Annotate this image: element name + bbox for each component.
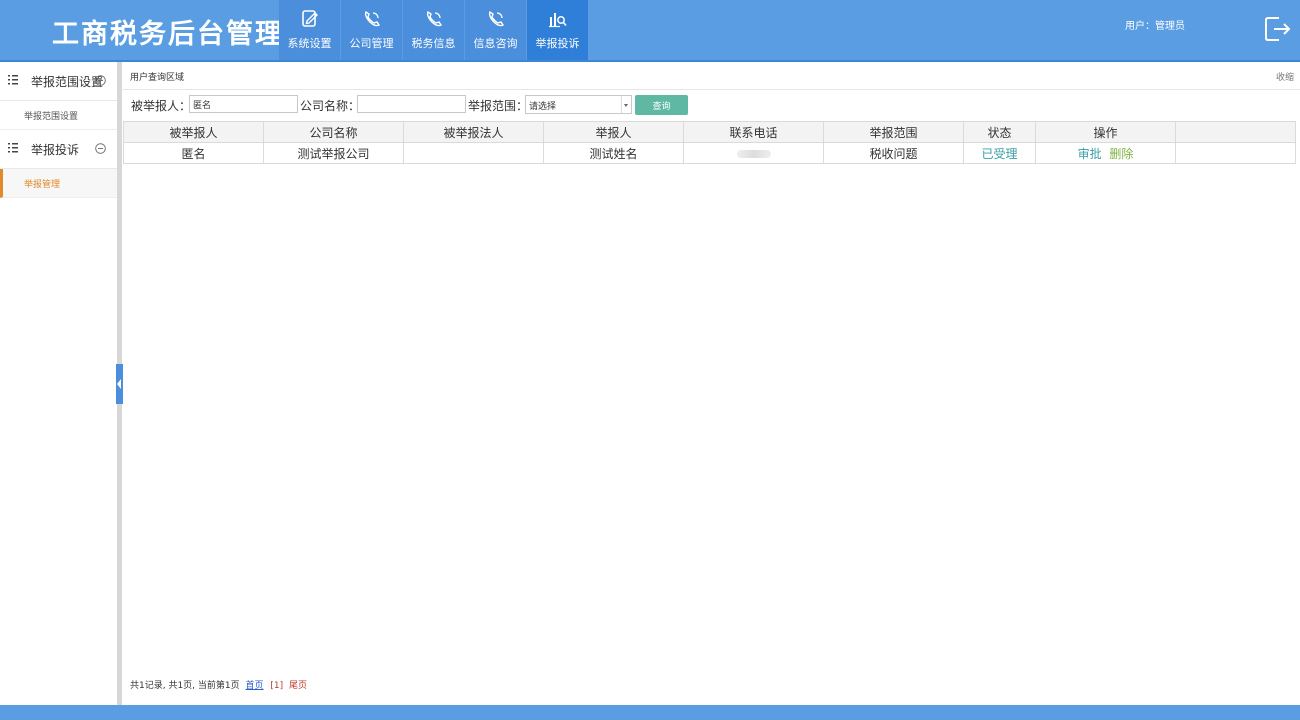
- sidebar-collapse-handle[interactable]: [116, 364, 123, 404]
- panel-title: 用户查询区域: [130, 73, 185, 83]
- chart-search-icon: [548, 13, 567, 28]
- arrow-left-icon: [117, 379, 121, 389]
- sidebar: 举报范围设置 举报范围设置 举报投诉 举报管理: [0, 62, 118, 705]
- report-scope-label: 举报范围：: [468, 99, 529, 113]
- cell-reporter: 测试姓名: [543, 142, 684, 164]
- sidebar-group-label: 举报范围设置: [31, 75, 104, 89]
- edit-icon: [301, 10, 318, 27]
- nav-item-tax-info[interactable]: 税务信息: [403, 0, 464, 60]
- column-header: 举报范围: [823, 121, 964, 143]
- cell-legal-person: [403, 142, 544, 164]
- sidebar-group-report-scope[interactable]: 举报范围设置: [0, 62, 117, 101]
- current-user-label: 用户：管理员: [1125, 21, 1185, 32]
- nav-label: 系统设置: [287, 37, 332, 50]
- column-header: 联系电话: [683, 121, 824, 143]
- nav-item-info-consult[interactable]: 信息咨询: [465, 0, 526, 60]
- column-header: 被举报法人: [403, 121, 544, 143]
- main-content: 用户查询区域 收缩 被举报人： 公司名称： 举报范围： 请选择 查询 被举报人 …: [123, 62, 1300, 705]
- collapse-circle-icon[interactable]: [95, 143, 106, 154]
- current-page: [1]: [270, 681, 284, 691]
- phone-icon: [364, 10, 380, 27]
- cell-status: 已受理: [963, 142, 1036, 164]
- top-header: 工商税务后台管理 系统设置 公司管理 税务信息 信息咨询 举报投诉 用户：管理员: [0, 0, 1300, 62]
- nav-label: 公司管理: [349, 37, 394, 50]
- company-name-label: 公司名称：: [300, 99, 361, 113]
- collapse-link[interactable]: 收缩: [1276, 70, 1294, 83]
- app-title: 工商税务后台管理: [52, 19, 284, 50]
- table-header-row: 被举报人 公司名称 被举报法人 举报人 联系电话 举报范围 状态 操作: [123, 121, 1296, 143]
- phone-icon: [488, 10, 504, 27]
- table-row: 匿名 测试举报公司 测试姓名 税收问题 已受理 审批 删除: [123, 142, 1296, 164]
- logout-icon[interactable]: [1262, 14, 1292, 44]
- delete-link[interactable]: 删除: [1109, 147, 1133, 161]
- nav-label: 举报投诉: [535, 37, 580, 50]
- status-link[interactable]: 已受理: [981, 147, 1017, 161]
- last-page-link[interactable]: 尾页: [289, 681, 307, 691]
- cell-empty: [1175, 142, 1296, 164]
- cell-reported: 匿名: [123, 142, 264, 164]
- sidebar-item-report-management[interactable]: 举报管理: [0, 169, 117, 198]
- column-header: [1175, 121, 1296, 143]
- list-icon: [8, 75, 18, 85]
- cell-actions: 审批 删除: [1035, 142, 1176, 164]
- cell-scope: 税收问题: [823, 142, 964, 164]
- footer-bar: [0, 705, 1300, 720]
- chevron-down-icon: [621, 96, 631, 113]
- sidebar-group-report-complaint[interactable]: 举报投诉: [0, 130, 117, 169]
- list-icon: [8, 143, 18, 153]
- cell-company: 测试举报公司: [263, 142, 404, 164]
- phone-icon: [426, 10, 442, 27]
- column-header: 举报人: [543, 121, 684, 143]
- report-table: 被举报人 公司名称 被举报法人 举报人 联系电话 举报范围 状态 操作 匿名 测…: [123, 121, 1296, 164]
- top-nav: 系统设置 公司管理 税务信息 信息咨询 举报投诉: [279, 0, 589, 60]
- report-scope-select[interactable]: 请选择: [525, 95, 632, 114]
- pager-summary: 共1记录, 共1页, 当前第1页: [130, 681, 240, 691]
- approve-link[interactable]: 审批: [1078, 147, 1102, 161]
- column-header: 状态: [963, 121, 1036, 143]
- redacted-phone: [736, 149, 771, 158]
- divider: [123, 89, 1300, 90]
- nav-item-system-settings[interactable]: 系统设置: [279, 0, 340, 60]
- nav-label: 税务信息: [411, 37, 456, 50]
- column-header: 操作: [1035, 121, 1176, 143]
- nav-item-company-management[interactable]: 公司管理: [341, 0, 402, 60]
- first-page-link[interactable]: 首页: [246, 681, 264, 691]
- company-name-input[interactable]: [357, 95, 466, 113]
- column-header: 被举报人: [123, 121, 264, 143]
- reported-person-label: 被举报人：: [131, 99, 192, 113]
- cell-phone: [683, 142, 824, 164]
- reported-person-input[interactable]: [189, 95, 298, 113]
- sidebar-group-label: 举报投诉: [31, 143, 80, 157]
- query-button[interactable]: 查询: [635, 95, 688, 115]
- nav-item-report-complaint[interactable]: 举报投诉: [527, 0, 588, 60]
- report-scope-selected: 请选择: [529, 102, 557, 112]
- sidebar-item-report-scope-settings[interactable]: 举报范围设置: [0, 101, 117, 130]
- pagination: 共1记录, 共1页, 当前第1页 首页 [1] 尾页: [130, 678, 307, 691]
- collapse-circle-icon[interactable]: [95, 75, 106, 86]
- column-header: 公司名称: [263, 121, 404, 143]
- nav-label: 信息咨询: [473, 37, 518, 50]
